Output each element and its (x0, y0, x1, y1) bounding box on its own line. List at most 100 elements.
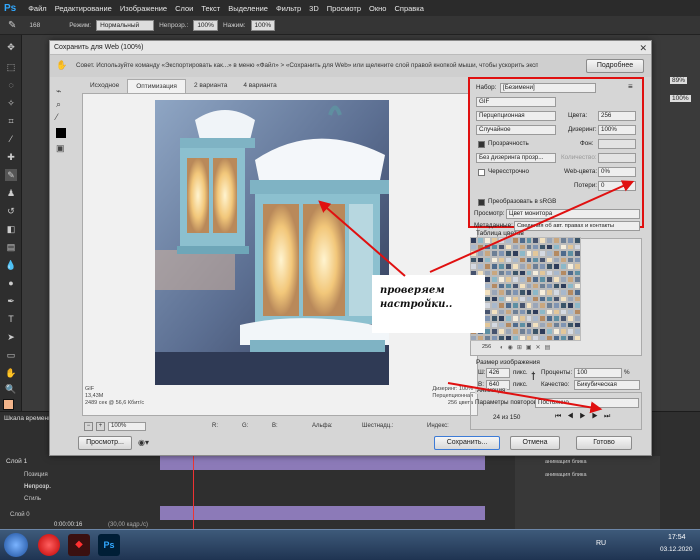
stamp-tool-icon[interactable]: ♟ (5, 187, 17, 199)
eyedropper-icon[interactable]: ⁄ (5, 133, 17, 145)
shape-tool-icon[interactable]: ▭ (5, 349, 17, 361)
transparency-dither-select[interactable]: Без дизеринга прозр... (476, 153, 556, 163)
menu-window[interactable]: Окно (369, 4, 386, 13)
webcolors-input[interactable]: 0% (598, 167, 636, 177)
dodge-tool-icon[interactable]: ● (5, 277, 17, 289)
toggle-slices-icon[interactable]: ▣ (56, 142, 66, 155)
marquee-tool-icon[interactable]: ⬚ (5, 61, 17, 73)
preview-button[interactable]: Просмотр... (78, 436, 132, 450)
loop-select[interactable]: Постоянно (535, 398, 639, 408)
browser-select-icon[interactable]: ◉▾ (138, 438, 149, 447)
menu-filter[interactable]: Фильтр (276, 4, 301, 13)
zoom-select[interactable]: 100% (108, 422, 146, 431)
foreground-color-swatch[interactable] (3, 399, 14, 410)
healing-brush-icon[interactable]: ✚ (5, 151, 17, 163)
menu-3d[interactable]: 3D (309, 4, 319, 13)
srgb-checkbox[interactable] (478, 199, 485, 206)
gradient-tool-icon[interactable]: ▤ (5, 241, 17, 253)
pdf-icon[interactable]: ◆ (68, 534, 90, 556)
zoom-out-button[interactable]: − (84, 422, 93, 431)
more-button[interactable]: Подробнее (586, 59, 644, 73)
width-input[interactable]: 426 (486, 368, 510, 378)
matte-select[interactable] (598, 139, 636, 149)
brush-icon[interactable]: ✎ (8, 20, 16, 31)
opacity-input[interactable]: 100% (193, 19, 218, 31)
start-button[interactable] (4, 533, 28, 557)
panel-zoom-2[interactable]: 100% (670, 95, 691, 102)
menu-view[interactable]: Просмотр (327, 4, 361, 13)
color-table-tools[interactable]: ◐◉⊞▣✕▤ (500, 344, 554, 351)
prop-opacity[interactable]: Непрозр. (24, 484, 51, 490)
move-tool-icon[interactable]: ✥ (5, 41, 17, 53)
blur-tool-icon[interactable]: 💧 (5, 259, 17, 271)
preset-select[interactable]: [Безимени] (500, 83, 596, 93)
lasso-tool-icon[interactable]: ◌ (5, 79, 17, 91)
save-button[interactable]: Сохранить... (434, 436, 500, 450)
settings-menu-icon[interactable]: ≡ (628, 82, 633, 91)
interlaced-checkbox[interactable] (478, 169, 485, 176)
path-select-icon[interactable]: ➤ (5, 331, 17, 343)
menu-help[interactable]: Справка (394, 4, 423, 13)
menu-text[interactable]: Текст (201, 4, 220, 13)
lang-indicator[interactable]: RU (596, 540, 606, 547)
type-tool-icon[interactable]: T (5, 313, 17, 325)
colors-select[interactable]: 256 (598, 111, 636, 121)
layer-item-2[interactable]: анимация блика (545, 472, 587, 478)
amount-input[interactable] (598, 153, 636, 163)
preview-select[interactable]: Цвет монитора (506, 209, 640, 219)
menu-edit[interactable]: Редактирование (55, 4, 112, 13)
eyedropper-icon[interactable]: ⁄ (56, 111, 66, 124)
preview-area[interactable]: GIF 13,43M 2489 сек @ 56,6 Кбит/с Дизери… (82, 93, 478, 416)
eraser-tool-icon[interactable]: ◧ (5, 223, 17, 235)
opera-icon[interactable] (38, 534, 60, 556)
zoom-in-button[interactable]: + (96, 422, 105, 431)
reduction-select[interactable]: Перцепционная (476, 111, 556, 121)
track-layer0[interactable] (160, 506, 485, 520)
pen-tool-icon[interactable]: ✒ (5, 295, 17, 307)
menu-file[interactable]: Файл (28, 4, 46, 13)
transparency-checkbox[interactable] (478, 141, 485, 148)
color-table-swatches[interactable] (470, 237, 581, 341)
zoom-icon[interactable]: ⌕ (56, 98, 66, 111)
lossy-input[interactable]: 0 (598, 181, 636, 191)
brush-size[interactable]: 168 (29, 22, 40, 29)
photoshop-taskbar-icon[interactable]: Ps (98, 534, 120, 556)
quality-select[interactable]: Бикубическая (574, 380, 640, 390)
crop-tool-icon[interactable]: ⌗ (5, 115, 17, 127)
menu-image[interactable]: Изображение (120, 4, 167, 13)
slice-select-icon[interactable]: ⌁ (56, 85, 66, 98)
percent-input[interactable]: 100 (574, 368, 622, 378)
dither-algo-select[interactable]: Случайное (476, 125, 556, 135)
prop-style[interactable]: Стиль (24, 496, 41, 502)
playhead[interactable] (193, 456, 194, 530)
timeline-layer0[interactable]: Слой 0 (10, 512, 30, 518)
tab-original[interactable]: Исходное (82, 79, 127, 93)
mode-select[interactable]: Нормальный (96, 19, 155, 31)
cancel-button[interactable]: Отмена (510, 436, 560, 450)
tab-optimized[interactable]: Оптимизация (127, 79, 186, 93)
tab-2up[interactable]: 2 варианта (186, 79, 235, 93)
menu-select[interactable]: Выделение (228, 4, 268, 13)
track-layer1[interactable] (160, 456, 485, 470)
prop-position[interactable]: Позиция (24, 472, 48, 478)
hand-icon[interactable]: ✋ (56, 60, 67, 71)
brush-tool-icon[interactable]: ✎ (5, 169, 17, 181)
eyedropper-color-swatch[interactable] (56, 128, 66, 138)
dither-input[interactable]: 100% (598, 125, 636, 135)
history-brush-icon[interactable]: ↺ (5, 205, 17, 217)
playback-controls[interactable]: ⏮◀▶▶⏭ (555, 413, 616, 421)
tab-4up[interactable]: 4 варианта (235, 79, 284, 93)
done-button[interactable]: Готово (576, 436, 632, 450)
quick-select-icon[interactable]: ✧ (5, 97, 17, 109)
hand-tool-icon[interactable]: ✋ (5, 367, 17, 379)
timeline-layer-row[interactable]: Слой 1 (6, 458, 27, 465)
menu-layers[interactable]: Слои (175, 4, 193, 13)
panel-zoom-1[interactable]: 89% (670, 77, 688, 84)
close-icon[interactable]: ✕ (639, 43, 647, 54)
layer-item-1[interactable]: анимация блика (545, 459, 587, 465)
flow-input[interactable]: 100% (250, 19, 276, 31)
format-select[interactable]: GIF (476, 97, 556, 107)
metadata-select[interactable]: Сведения об авт. правах и контакты (514, 221, 640, 231)
zoom-tool-icon[interactable]: 🔍 (5, 383, 17, 395)
link-icon[interactable]: ꝉ (531, 370, 536, 383)
